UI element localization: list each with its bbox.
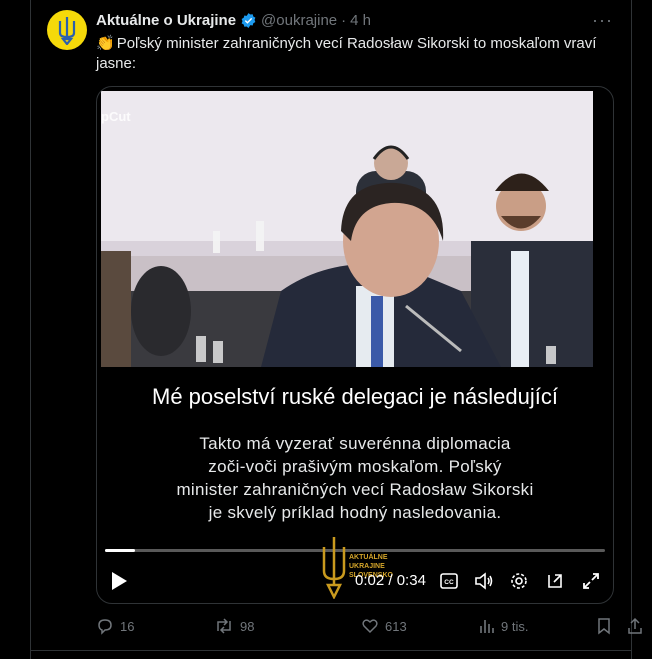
repost-icon (217, 618, 231, 634)
video-progress-fill (105, 549, 135, 552)
duration: 0:34 (396, 572, 426, 589)
tweet-text: 👏 Poľský minister zahraničných vecí Rados… (96, 34, 616, 74)
tweet-actions: 16 98 613 9 tis. (96, 617, 642, 637)
video-time: 0:02 / 0:34 (355, 572, 426, 589)
reply-icon (98, 619, 112, 635)
reply-button[interactable]: 16 (96, 617, 134, 635)
closed-captions-icon[interactable]: CC (437, 567, 461, 595)
video-subtitle: Mé poselství ruské delegaci je následují… (97, 367, 613, 427)
svg-text:CC: CC (444, 579, 454, 586)
verified-badge-icon (241, 13, 256, 28)
capcut-watermark: pCut (101, 109, 131, 124)
author-name[interactable]: Aktuálne o Ukrajine (96, 12, 236, 29)
video-caption: Takto má vyzerať suverénna diplomacia zo… (97, 432, 613, 527)
views-count: 9 tis. (501, 618, 529, 634)
views-chart-icon (480, 620, 494, 633)
separator-dot: · (341, 12, 347, 29)
reply-count: 16 (120, 618, 135, 634)
volume-icon[interactable] (472, 567, 496, 595)
caption-line: Takto má vyzerať suverénna diplomacia (199, 434, 511, 453)
caption-line: je skvelý príklad hodný nasledovania. (208, 503, 502, 522)
play-icon[interactable] (107, 567, 131, 595)
tweet-body: Poľský minister zahraničných vecí Radosł… (96, 35, 597, 72)
timestamp[interactable]: 4 h (350, 12, 371, 29)
like-button[interactable]: 613 (361, 617, 407, 635)
divider (31, 650, 631, 651)
video-player[interactable]: pCut Mé poselství ruské delegaci je násl… (96, 86, 614, 604)
author-handle[interactable]: @oukrajine (261, 12, 337, 29)
logo-line: AKTUÁLNE (349, 554, 388, 561)
bookmark-button[interactable] (596, 617, 612, 635)
repost-button[interactable]: 98 (214, 617, 254, 635)
trident-logo-icon (58, 17, 76, 45)
fullscreen-icon[interactable] (579, 567, 603, 595)
video-frame[interactable]: pCut (101, 91, 593, 367)
caption-line: minister zahraničných vecí Radosław Siko… (176, 480, 534, 499)
bookmark-icon (598, 618, 610, 635)
settings-gear-icon[interactable] (507, 567, 531, 595)
pop-out-icon[interactable] (543, 567, 567, 595)
repost-count: 98 (240, 618, 255, 634)
heart-icon (362, 619, 378, 634)
tweet-header: Aktuálne o Ukrajine @oukrajine · 4 h (96, 12, 371, 29)
more-options-icon[interactable]: ··· (592, 10, 613, 31)
clapping-hands-emoji: 👏 (96, 35, 115, 52)
video-progress-bar[interactable] (105, 549, 605, 552)
current-time: 0:02 (355, 572, 385, 589)
avatar[interactable] (47, 10, 87, 50)
like-count: 613 (385, 618, 407, 634)
share-icon (628, 617, 642, 634)
share-button[interactable] (626, 617, 644, 635)
video-controls: 0:02 / 0:34 CC (97, 567, 613, 595)
video-scene-illustration (101, 91, 593, 367)
tweet[interactable]: Aktuálne o Ukrajine @oukrajine · 4 h ···… (30, 0, 642, 659)
views-button[interactable]: 9 tis. (479, 617, 528, 635)
caption-line: zoči-voči prašivým moskaľom. Poľský (208, 457, 502, 476)
